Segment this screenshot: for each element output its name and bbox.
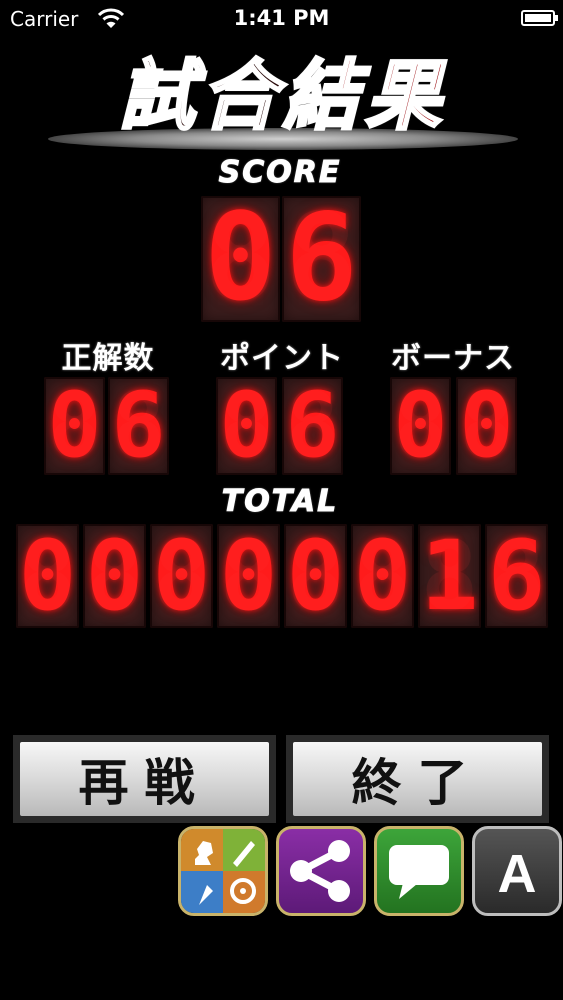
title-part-1: 試合 (118, 50, 283, 142)
clock: 1:41 PM (233, 6, 330, 30)
a-app-button[interactable]: A (472, 826, 562, 916)
score-digit: 0 (201, 196, 280, 322)
finish-button[interactable]: 終了 (286, 735, 549, 823)
correct-count-digit: 0 (44, 377, 105, 475)
total-digit: 0 (217, 524, 280, 628)
result-title: 試合結果 (48, 48, 518, 158)
correct-count-label: 正解数 (61, 341, 155, 376)
retry-button-label: 再戦 (20, 742, 269, 816)
message-button[interactable] (374, 826, 464, 916)
score-digit: 6 (282, 196, 361, 322)
speech-bubble-icon (389, 845, 449, 899)
total-digit: 1 (418, 524, 481, 628)
status-bar: Carrier 1:41 PM (0, 0, 563, 40)
total-digit: 6 (485, 524, 548, 628)
total-digit: 0 (351, 524, 414, 628)
total-digit: 0 (284, 524, 347, 628)
points-digit: 0 (216, 377, 277, 475)
correct-count-digit: 6 (108, 377, 169, 475)
share-button[interactable] (276, 826, 366, 916)
total-label: TOTAL (221, 484, 339, 520)
bonus-digit: 0 (456, 377, 517, 475)
battery-icon (521, 10, 558, 26)
games-icon (195, 841, 256, 905)
share-icon (290, 840, 350, 902)
total-digit: 0 (150, 524, 213, 628)
points-label: ポイント (220, 341, 344, 376)
total-digit: 0 (83, 524, 146, 628)
score-label: SCORE (218, 155, 342, 191)
title-part-2: 結果 (282, 50, 447, 142)
points-digit: 6 (282, 377, 343, 475)
retry-button[interactable]: 再戦 (13, 735, 276, 823)
game-center-button[interactable] (178, 826, 268, 916)
finish-button-label: 終了 (293, 742, 542, 816)
a-letter-icon: A (497, 844, 537, 904)
bonus-label: ボーナス (391, 341, 515, 376)
total-digit: 0 (16, 524, 79, 628)
bonus-digit: 0 (390, 377, 451, 475)
